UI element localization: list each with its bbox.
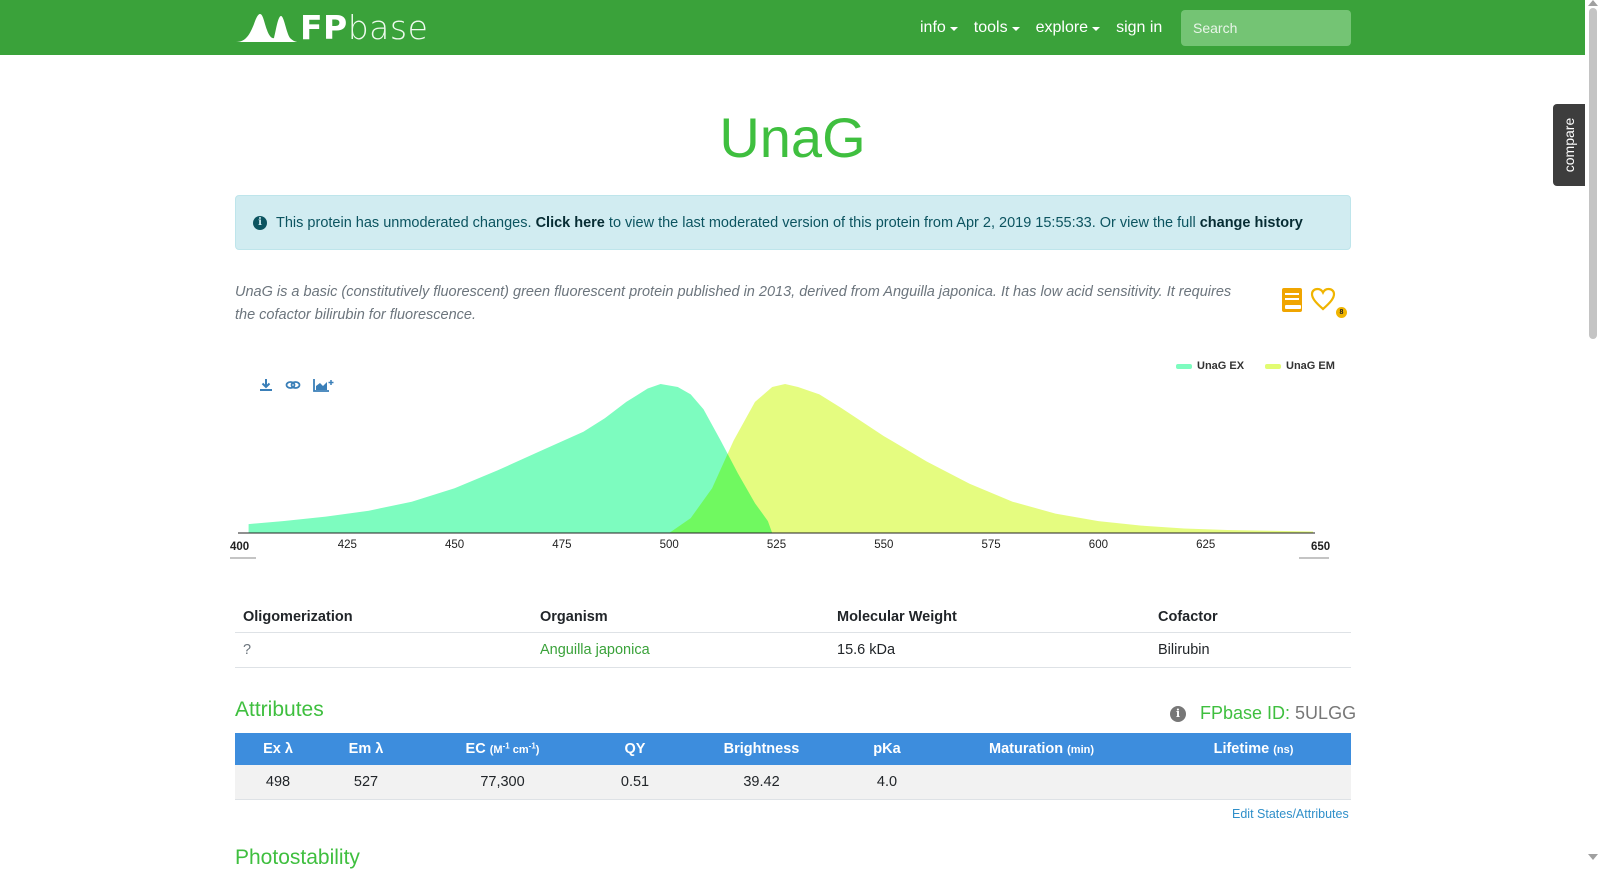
nav-info[interactable]: info <box>920 19 958 37</box>
scroll-down-arrow-icon[interactable] <box>1588 854 1598 860</box>
nav-sign-in-label: sign in <box>1116 18 1163 36</box>
nav-links: info tools explore sign in <box>920 0 1178 55</box>
organism-link[interactable]: Anguilla japonica <box>532 632 829 668</box>
attributes-heading: Attributes <box>235 698 324 721</box>
photostability-heading: Photostability <box>235 846 360 869</box>
molecular-weight-value: 15.6 kDa <box>829 632 1150 668</box>
navbar: FPbase info tools explore sign in <box>0 0 1585 55</box>
scrollbar-thumb[interactable] <box>1589 8 1597 339</box>
brand-text: FPbase <box>300 8 429 47</box>
chevron-down-icon <box>949 26 958 31</box>
nav-tools-label: tools <box>973 18 1008 36</box>
x-tick-label: 575 <box>982 539 1001 551</box>
click-here-link[interactable]: Click here <box>536 215 605 231</box>
series-area-unag-ex <box>248 384 773 533</box>
x-tick-label: 650 <box>1311 541 1330 553</box>
attributes-table: Ex λ Em λ EC (M-1 cm-1) QY Brightness pK… <box>235 733 1351 800</box>
oligomerization-value: ? <box>235 632 532 668</box>
ec-value: 77,300 <box>411 765 594 800</box>
page-title: UnaG <box>719 106 866 169</box>
x-tick-label: 625 <box>1196 539 1215 551</box>
spectrum-logo-icon <box>236 14 298 42</box>
change-history-link[interactable]: change history <box>1200 215 1303 231</box>
fpbase-id-value: 5ULGG <box>1295 703 1357 723</box>
nav-info-label: info <box>920 18 946 36</box>
x-tick-label: 475 <box>552 539 571 551</box>
x-tick-label: 600 <box>1089 539 1108 551</box>
info-icon[interactable]: i <box>1170 705 1186 722</box>
column-header: Maturation (min) <box>927 733 1156 765</box>
column-header: Oligomerization <box>235 602 532 633</box>
x-tick-label: 450 <box>445 539 464 551</box>
scroll-up-arrow-icon[interactable] <box>1588 0 1598 6</box>
x-tick-label: 425 <box>338 539 357 551</box>
column-header: pKa <box>847 733 927 765</box>
book-icon[interactable] <box>1281 287 1303 318</box>
nav-sign-in[interactable]: sign in <box>1116 19 1162 37</box>
column-header: QY <box>594 733 676 765</box>
pka-value: 4.0 <box>847 765 927 800</box>
fpbase-logo[interactable]: FPbase <box>236 11 428 45</box>
fpbase-id: i FPbase ID: 5ULGG <box>1170 703 1356 724</box>
table-row: 498 527 77,300 0.51 39.42 4.0 <box>235 765 1351 800</box>
table-row: ? Anguilla japonica 15.6 kDa Bilirubin <box>235 632 1351 668</box>
chevron-down-icon <box>1092 26 1101 31</box>
protein-info-table: Oligomerization Organism Molecular Weigh… <box>235 602 1351 668</box>
ex-value: 498 <box>235 765 321 800</box>
column-header: Cofactor <box>1150 602 1351 633</box>
column-header: Lifetime (ns) <box>1156 733 1351 765</box>
alert-text: This protein has unmoderated changes. Cl… <box>276 214 1303 231</box>
nav-explore-label: explore <box>1035 18 1089 36</box>
x-tick-label: 400 <box>230 541 249 553</box>
spectrum-chart: 400 425 450 475 500 525 550 575 600 625 650 <box>230 384 1330 559</box>
heart-icon[interactable] <box>1310 287 1336 316</box>
em-value: 527 <box>321 765 411 800</box>
chevron-down-icon <box>1011 26 1020 31</box>
column-header: Brightness <box>676 733 847 765</box>
column-header: Molecular Weight <box>829 602 1150 633</box>
unmoderated-alert: i This protein has unmoderated changes. … <box>235 195 1351 250</box>
nav-tools[interactable]: tools <box>974 19 1020 37</box>
x-tick-label: 550 <box>874 539 893 551</box>
table-header-row: Oligomerization Organism Molecular Weigh… <box>235 602 1351 633</box>
column-header: Ex λ <box>235 733 321 765</box>
qy-value: 0.51 <box>594 765 676 800</box>
edit-states-link[interactable]: Edit States/Attributes <box>1232 807 1349 821</box>
nav-explore[interactable]: explore <box>1035 18 1101 37</box>
info-circle-icon: i <box>253 215 267 230</box>
protein-description: UnaG is a basic (constitutively fluoresc… <box>235 284 1232 323</box>
series-area-unag-em <box>669 384 1313 533</box>
maturation-value <box>927 765 1156 800</box>
x-tick-label: 525 <box>767 539 786 551</box>
table-header-row: Ex λ Em λ EC (M-1 cm-1) QY Brightness pK… <box>235 733 1351 765</box>
column-header: EC (M-1 cm-1) <box>411 733 594 765</box>
column-header: Em λ <box>321 733 411 765</box>
x-tick-label: 500 <box>660 539 679 551</box>
fpbase-id-label: FPbase ID: <box>1200 703 1291 723</box>
column-header: Organism <box>532 602 829 633</box>
search-input[interactable] <box>1181 10 1351 46</box>
lifetime-value <box>1156 765 1351 800</box>
favorite-count-badge: 8 <box>1336 307 1347 318</box>
cofactor-value: Bilirubin <box>1150 632 1351 668</box>
brightness-value: 39.42 <box>676 765 847 800</box>
